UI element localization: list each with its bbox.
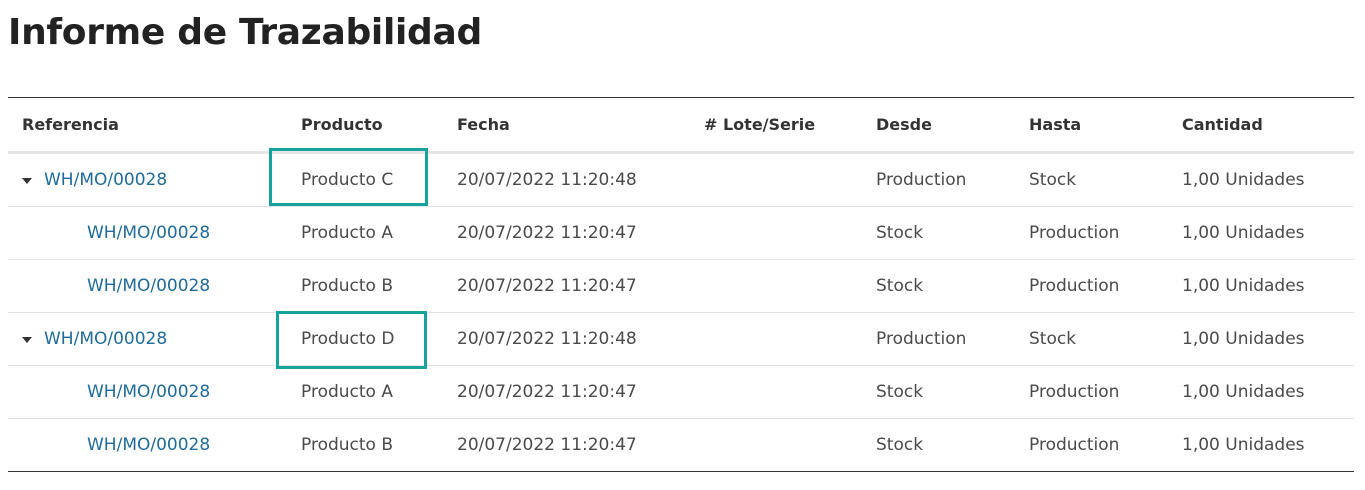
page-title: Informe de Trazabilidad <box>8 12 482 53</box>
reference-link[interactable]: WH/MO/00028 <box>87 223 210 243</box>
quantity-cell: 1,00 Unidades <box>1182 435 1305 455</box>
to-location-cell: Stock <box>1029 170 1077 190</box>
table-row[interactable]: WH/MO/00028 Producto B 20/07/2022 11:20:47… <box>8 419 1354 471</box>
from-location-cell: Stock <box>876 223 924 243</box>
table-row[interactable]: WH/MO/00028 Producto A 20/07/2022 11:20:47… <box>8 366 1354 419</box>
column-header-to[interactable]: Hasta <box>1029 98 1081 151</box>
reference-link[interactable]: WH/MO/00028 <box>87 276 210 296</box>
product-cell: Producto A <box>301 382 393 402</box>
column-header-from[interactable]: Desde <box>876 98 932 151</box>
quantity-cell: 1,00 Unidades <box>1182 170 1305 190</box>
column-header-date[interactable]: Fecha <box>457 98 510 151</box>
date-cell: 20/07/2022 11:20:48 <box>457 329 637 349</box>
to-location-cell: Stock <box>1029 329 1077 349</box>
column-header-lot[interactable]: # Lote/Serie <box>704 98 815 151</box>
table-row[interactable]: WH/MO/00028 Producto B 20/07/2022 11:20:47… <box>8 260 1354 313</box>
table-row[interactable]: WH/MO/00028 Producto C 20/07/2022 11:20:48… <box>8 154 1354 207</box>
quantity-cell: 1,00 Unidades <box>1182 382 1305 402</box>
from-location-cell: Stock <box>876 382 924 402</box>
caret-down-icon[interactable] <box>22 336 32 343</box>
to-location-cell: Production <box>1029 382 1120 402</box>
quantity-cell: 1,00 Unidades <box>1182 276 1305 296</box>
traceability-table: Referencia Producto Fecha # Lote/Serie D… <box>8 97 1354 472</box>
column-header-reference[interactable]: Referencia <box>22 98 119 151</box>
column-header-quantity[interactable]: Cantidad <box>1182 98 1263 151</box>
reference-cell: WH/MO/00028 <box>87 366 210 418</box>
product-cell: Producto D <box>301 329 395 349</box>
from-location-cell: Production <box>876 170 967 190</box>
to-location-cell: Production <box>1029 223 1120 243</box>
reference-cell: WH/MO/00028 <box>22 313 167 365</box>
product-cell: Producto A <box>301 223 393 243</box>
date-cell: 20/07/2022 11:20:47 <box>457 276 637 296</box>
reference-link[interactable]: WH/MO/00028 <box>87 382 210 402</box>
date-cell: 20/07/2022 11:20:47 <box>457 382 637 402</box>
product-cell: Producto B <box>301 276 394 296</box>
reference-link[interactable]: WH/MO/00028 <box>44 329 167 349</box>
table-row[interactable]: WH/MO/00028 Producto D 20/07/2022 11:20:48… <box>8 313 1354 366</box>
date-cell: 20/07/2022 11:20:47 <box>457 223 637 243</box>
reference-cell: WH/MO/00028 <box>22 154 167 206</box>
to-location-cell: Production <box>1029 435 1120 455</box>
to-location-cell: Production <box>1029 276 1120 296</box>
table-header: Referencia Producto Fecha # Lote/Serie D… <box>8 98 1354 154</box>
from-location-cell: Production <box>876 329 967 349</box>
quantity-cell: 1,00 Unidades <box>1182 329 1305 349</box>
reference-cell: WH/MO/00028 <box>87 260 210 312</box>
reference-cell: WH/MO/00028 <box>87 419 210 471</box>
date-cell: 20/07/2022 11:20:48 <box>457 170 637 190</box>
table-row[interactable]: WH/MO/00028 Producto A 20/07/2022 11:20:47… <box>8 207 1354 260</box>
date-cell: 20/07/2022 11:20:47 <box>457 435 637 455</box>
reference-cell: WH/MO/00028 <box>87 207 210 259</box>
product-cell: Producto B <box>301 435 394 455</box>
from-location-cell: Stock <box>876 276 924 296</box>
column-header-product[interactable]: Producto <box>301 98 383 151</box>
caret-down-icon[interactable] <box>22 177 32 184</box>
product-cell: Producto C <box>301 170 394 190</box>
reference-link[interactable]: WH/MO/00028 <box>87 435 210 455</box>
reference-link[interactable]: WH/MO/00028 <box>44 170 167 190</box>
quantity-cell: 1,00 Unidades <box>1182 223 1305 243</box>
from-location-cell: Stock <box>876 435 924 455</box>
table-body: WH/MO/00028 Producto C 20/07/2022 11:20:48… <box>8 154 1354 471</box>
